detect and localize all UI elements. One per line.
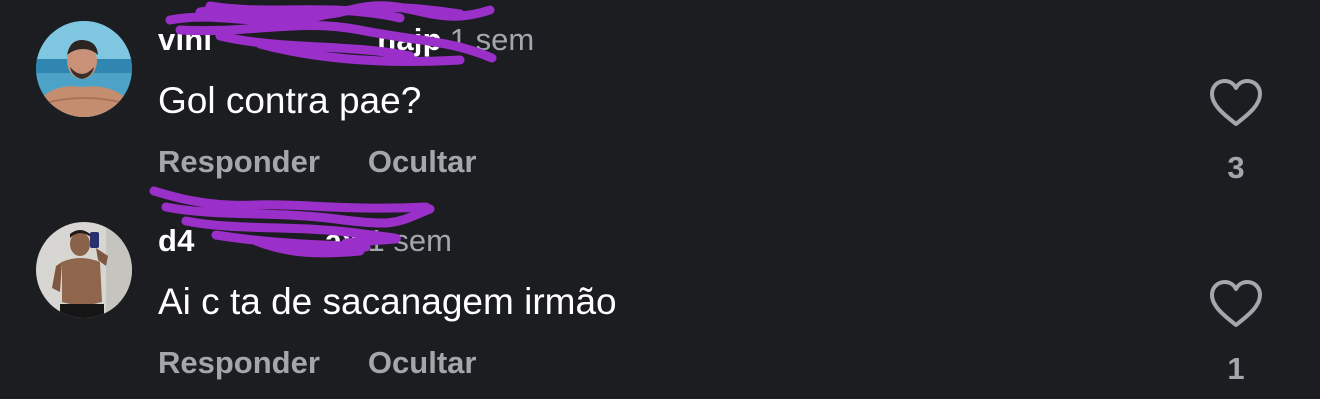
hide-button[interactable]: Ocultar [368, 345, 477, 381]
avatar[interactable] [36, 21, 132, 117]
comment-item: d4 ax 1 sem Ai c ta de sacanagem irmão Re… [0, 186, 1320, 399]
heart-outline-icon [1210, 280, 1262, 327]
comment-actions: Responder Ocultar [158, 345, 524, 381]
comment-username[interactable]: vini najp [158, 22, 442, 58]
comment-time: 1 sem [449, 22, 535, 57]
comment-meta: vini najp 1 sem [158, 22, 534, 64]
comment-item: vini najp 1 sem Gol contra pae? Responder… [0, 0, 1320, 200]
reply-button[interactable]: Responder [158, 345, 320, 381]
hide-button[interactable]: Ocultar [368, 144, 477, 180]
like-count: 3 [1227, 150, 1245, 185]
like-count: 1 [1227, 351, 1245, 386]
comments-list: vini najp 1 sem Gol contra pae? Responder… [0, 0, 1320, 399]
like-button[interactable] [1208, 279, 1264, 329]
comment-text: Gol contra pae? [158, 80, 422, 121]
comment-actions: Responder Ocultar [158, 144, 524, 180]
reply-button[interactable]: Responder [158, 144, 320, 180]
comment-text: Ai c ta de sacanagem irmão [158, 281, 617, 322]
comment-time: 1 sem [367, 223, 452, 258]
comment-username[interactable]: d4 ax [158, 223, 359, 259]
avatar[interactable] [36, 222, 132, 318]
like-button[interactable] [1208, 78, 1264, 128]
heart-outline-icon [1210, 79, 1262, 126]
comment-meta: d4 ax 1 sem [158, 223, 452, 265]
